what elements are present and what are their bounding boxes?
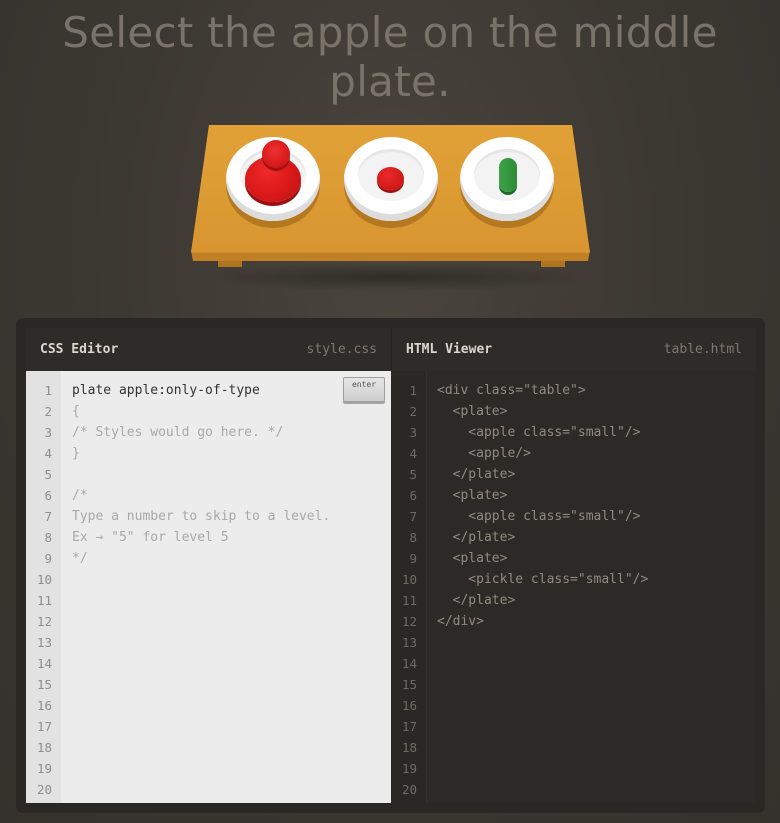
line-number: 13 (36, 635, 52, 650)
html-line-numbers: 1 2 3 4 5 6 7 8 9 10 11 12 13 14 15 16 17 18 19 20 (391, 371, 427, 803)
markup-line[interactable]: </div> (437, 611, 484, 632)
markup-line[interactable]: <plate> (437, 401, 508, 422)
line-number: 4 (44, 446, 52, 461)
line-number: 16 (36, 698, 52, 713)
markup-line[interactable]: </plate> (437, 590, 516, 611)
line-number: 9 (44, 551, 52, 566)
line-number: 11 (401, 593, 417, 608)
html-viewer-title: HTML Viewer (406, 342, 493, 357)
line-number: 15 (401, 677, 417, 692)
code-line: } (72, 446, 80, 461)
css-editor-filename: style.css (306, 342, 377, 357)
line-number: 3 (409, 425, 417, 440)
table-shadow (195, 262, 590, 292)
css-selector-input[interactable]: plate apple:only-of-type (72, 380, 260, 401)
line-number: 1 (409, 383, 417, 398)
pickle-small[interactable] (499, 158, 517, 192)
line-number: 11 (36, 593, 52, 608)
markup-line[interactable]: <div class="table"> (437, 380, 586, 401)
html-viewer-pane: 1 2 3 4 5 6 7 8 9 10 11 12 13 14 15 16 17 18 19 20 <div cla… (391, 371, 755, 803)
markup-line[interactable]: </plate> (437, 527, 516, 548)
line-number: 19 (36, 761, 52, 776)
line-number: 2 (44, 404, 52, 419)
line-number: 5 (409, 467, 417, 482)
line-number: 15 (36, 677, 52, 692)
line-number: 3 (44, 425, 52, 440)
code-line: { (72, 404, 80, 419)
css-code[interactable]: plate apple:only-of-type { /* Styles wou… (72, 380, 330, 611)
line-number: 10 (401, 572, 417, 587)
css-line-numbers: 1 2 3 4 5 6 7 8 9 10 11 12 13 14 15 16 17 18 19 20 (26, 371, 61, 803)
line-number: 14 (36, 656, 52, 671)
apple-small-stacked[interactable] (262, 140, 290, 168)
html-viewer-header: HTML Viewer table.html (391, 328, 756, 371)
css-editor-title: CSS Editor (40, 342, 119, 357)
line-number: 20 (401, 782, 417, 797)
markup-line[interactable]: <plate> (437, 548, 508, 569)
editor-panel: CSS Editor style.css HTML Viewer table.h… (16, 318, 765, 813)
markup-line[interactable]: <apple class="small"/> (437, 506, 640, 527)
line-number: 6 (44, 488, 52, 503)
markup-line[interactable]: <pickle class="small"/> (437, 569, 648, 590)
line-number: 14 (401, 656, 417, 671)
code-line: /* Styles would go here. */ (72, 425, 284, 440)
markup-line[interactable]: <apple/> (437, 443, 531, 464)
markup-line[interactable]: <plate> (437, 485, 508, 506)
line-number: 19 (401, 761, 417, 776)
line-number: 17 (36, 719, 52, 734)
line-number: 12 (36, 614, 52, 629)
line-number: 17 (401, 719, 417, 734)
code-line: Type a number to skip to a level. (72, 509, 331, 524)
line-number: 4 (409, 446, 417, 461)
code-line: Ex → "5" for level 5 (72, 530, 229, 545)
line-number: 9 (409, 551, 417, 566)
line-number: 12 (401, 614, 417, 629)
line-number: 18 (401, 740, 417, 755)
line-number: 5 (44, 467, 52, 482)
line-number: 16 (401, 698, 417, 713)
line-number: 6 (409, 488, 417, 503)
line-number: 7 (409, 509, 417, 524)
line-number: 1 (44, 383, 52, 398)
css-editor-header: CSS Editor style.css (26, 328, 391, 371)
code-line: /* (72, 488, 88, 503)
line-number: 13 (401, 635, 417, 650)
html-code: <div class="table"> <plate> <apple class… (437, 380, 648, 674)
line-number: 20 (36, 782, 52, 797)
line-number: 7 (44, 509, 52, 524)
line-number: 18 (36, 740, 52, 755)
table-scene (0, 0, 780, 310)
line-number: 2 (409, 404, 417, 419)
line-number: 8 (409, 530, 417, 545)
markup-line[interactable]: <apple class="small"/> (437, 422, 640, 443)
line-number: 8 (44, 530, 52, 545)
enter-button[interactable]: enter (343, 377, 385, 402)
line-number: 10 (36, 572, 52, 587)
html-viewer-filename: table.html (663, 342, 742, 357)
css-editor-pane[interactable]: 1 2 3 4 5 6 7 8 9 10 11 12 13 14 15 16 17 18 19 20 plate ap… (26, 371, 391, 803)
apple-small-middle[interactable] (377, 167, 404, 190)
code-line: */ (72, 551, 88, 566)
markup-line[interactable]: </plate> (437, 464, 516, 485)
